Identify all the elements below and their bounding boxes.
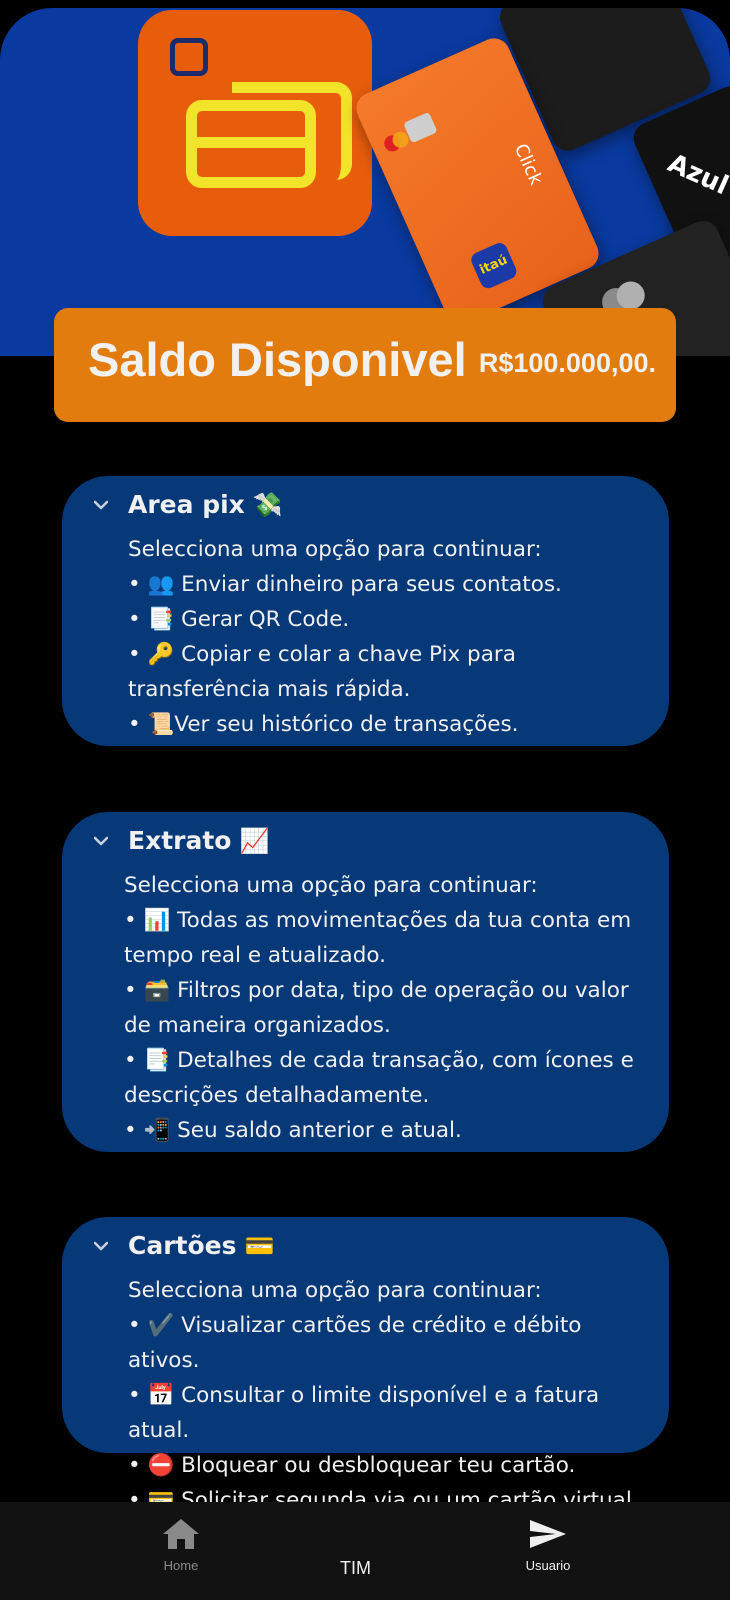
section-line: Selecciona uma opção para continuar:	[128, 537, 542, 562]
section-title: Cartões	[128, 1231, 237, 1260]
chevron-down-icon[interactable]	[94, 500, 108, 510]
nav-home-button[interactable]: Home	[150, 1516, 212, 1573]
option-filters[interactable]: • 🗃️ Filtros por data, tipo de operação …	[124, 973, 643, 1043]
option-send-money[interactable]: • 👥 Enviar dinheiro para seus contatos.	[128, 567, 643, 602]
bottom-navigation: Home TIM Usuario	[0, 1502, 730, 1600]
section-body: Selecciona uma opção para continuar: • ✔…	[128, 1273, 643, 1518]
nav-user-button[interactable]: Usuario	[514, 1516, 582, 1573]
section-title: Area pix	[128, 490, 245, 519]
home-icon[interactable]	[161, 1516, 201, 1552]
section-area-pix[interactable]: Area pix 💸 Selecciona uma opção para con…	[62, 476, 669, 746]
section-line: Selecciona uma opção para continuar:	[124, 873, 538, 898]
option-movements[interactable]: • 📊 Todas as movimentações da tua conta …	[124, 903, 643, 973]
balance-label: Saldo Disponivel	[88, 333, 467, 386]
section-body: Selecciona uma opção para continuar: • 👥…	[128, 532, 643, 742]
chevron-down-icon[interactable]	[94, 1241, 108, 1251]
balance-value: R$100.000,00.	[478, 348, 656, 378]
bank-logo: itaú	[468, 240, 519, 291]
section-header[interactable]: Cartões 💳	[94, 1231, 274, 1260]
azul-card-text: Azul	[663, 148, 730, 202]
option-balance[interactable]: • 📲 Seu saldo anterior e atual.	[124, 1113, 643, 1148]
option-view-cards[interactable]: • ✔️ Visualizar cartões de crédito e déb…	[128, 1308, 643, 1378]
chevron-down-icon[interactable]	[94, 836, 108, 846]
option-pix-key[interactable]: • 🔑 Copiar e colar a chave Pix para tran…	[128, 637, 643, 707]
card-brand-text: Click	[509, 140, 547, 189]
money-wings-icon: 💸	[252, 490, 283, 519]
hero-banner: Click itaú Azul	[0, 8, 730, 356]
option-generate-qr[interactable]: • 📑 Gerar QR Code.	[128, 602, 643, 637]
carrier-label: TIM	[340, 1558, 371, 1578]
send-icon[interactable]	[528, 1516, 568, 1552]
option-block[interactable]: • ⛔ Bloquear ou desbloquear teu cartão.	[128, 1448, 643, 1483]
section-line: Selecciona uma opção para continuar:	[128, 1278, 542, 1303]
balance-banner: Saldo Disponivel R$100.000,00.	[54, 308, 676, 422]
chart-up-icon: 📈	[239, 826, 270, 855]
app-logo-icon	[138, 10, 372, 236]
section-extrato[interactable]: Extrato 📈 Selecciona uma opção para cont…	[62, 812, 669, 1152]
section-body: Selecciona uma opção para continuar: • 📊…	[124, 868, 643, 1148]
section-header[interactable]: Extrato 📈	[94, 826, 269, 855]
credit-card-icon: 💳	[244, 1231, 275, 1260]
section-cartoes[interactable]: Cartões 💳 Selecciona uma opção para cont…	[62, 1217, 669, 1513]
section-title: Extrato	[128, 826, 232, 855]
option-limit[interactable]: • 📅 Consultar o limite disponível e a fa…	[128, 1378, 643, 1448]
nav-user-label: Usuario	[525, 1558, 571, 1573]
mastercard-logo-icon	[382, 131, 408, 157]
option-history[interactable]: • 📜Ver seu histórico de transações.	[128, 707, 643, 742]
section-header[interactable]: Area pix 💸	[94, 490, 283, 519]
nav-home-label: Home	[163, 1558, 199, 1573]
option-details[interactable]: • 📑 Detalhes de cada transação, com ícon…	[124, 1043, 643, 1113]
